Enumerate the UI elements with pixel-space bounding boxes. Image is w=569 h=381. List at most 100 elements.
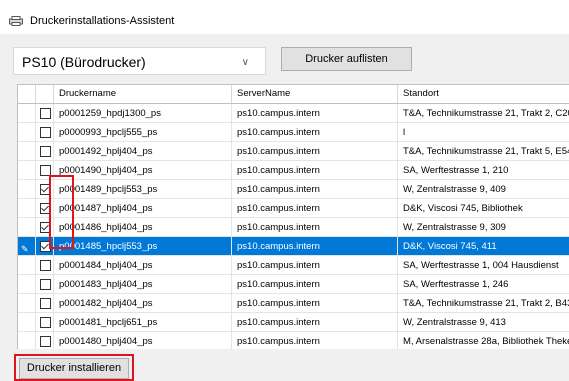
checkmark-icon (41, 241, 49, 250)
location-cell: SA, Werftestrasse 1, 246 (398, 275, 569, 294)
row-header[interactable] (18, 180, 36, 199)
checkbox-column-header[interactable] (36, 85, 54, 103)
row-checkbox[interactable] (40, 241, 51, 252)
row-checkbox[interactable] (40, 108, 51, 119)
table-row[interactable]: p0001492_hplj404_ps ps10.campus.intern T&A… (18, 142, 569, 161)
location-cell: W, Zentralstrasse 9, 309 (398, 218, 569, 237)
printer-server-select-value: PS10 (Bürodrucker) (22, 54, 146, 70)
row-header[interactable]: ✎ (18, 237, 36, 256)
server-name-cell: ps10.campus.intern (232, 180, 398, 199)
row-checkbox-cell (36, 294, 54, 313)
server-name-cell: ps10.campus.intern (232, 218, 398, 237)
edit-pencil-icon: ✎ (21, 244, 29, 254)
printer-server-select[interactable]: PS10 (Bürodrucker) ∨ (13, 47, 266, 75)
row-checkbox[interactable] (40, 184, 51, 195)
printer-name-cell: p0001490_hplj404_ps (54, 161, 232, 180)
printer-name-cell: p0001480_hplj404_ps (54, 332, 232, 349)
printer-name-cell: p0001492_hplj404_ps (54, 142, 232, 161)
row-checkbox-cell (36, 237, 54, 256)
row-checkbox[interactable] (40, 336, 51, 347)
printer-grid[interactable]: Druckername ServerName Standort p0001259… (17, 84, 569, 349)
row-header[interactable] (18, 218, 36, 237)
row-checkbox[interactable] (40, 203, 51, 214)
table-row[interactable]: p0001480_hplj404_ps ps10.campus.intern M, … (18, 332, 569, 349)
server-name-cell: ps10.campus.intern (232, 237, 398, 256)
row-checkbox-cell (36, 313, 54, 332)
checkmark-icon (41, 203, 49, 212)
printer-name-cell: p0001489_hpclj553_ps (54, 180, 232, 199)
table-row[interactable]: p0001487_hplj404_ps ps10.campus.intern D&K… (18, 199, 569, 218)
row-header[interactable] (18, 256, 36, 275)
table-row[interactable]: p0001482_hplj404_ps ps10.campus.intern T&A… (18, 294, 569, 313)
list-printers-button[interactable]: Drucker auflisten (281, 47, 412, 71)
location-cell: T&A, Technikumstrasse 21, Trakt 5, E543 (398, 142, 569, 161)
row-checkbox[interactable] (40, 260, 51, 271)
column-header-printer-name[interactable]: Druckername (54, 85, 232, 103)
table-row-selected[interactable]: ✎ p0001485_hpclj553_ps ps10.campus.intern D… (18, 237, 569, 256)
server-name-cell: ps10.campus.intern (232, 332, 398, 349)
location-cell: l (398, 123, 569, 142)
location-cell: D&K, Viscosi 745, Bibliothek (398, 199, 569, 218)
row-header[interactable] (18, 161, 36, 180)
window-title: Druckerinstallations-Assistent (30, 15, 175, 27)
printer-name-cell: p0001483_hplj404_ps (54, 275, 232, 294)
printer-name-cell: p0001486_hplj404_ps (54, 218, 232, 237)
printer-name-cell: p0001484_hplj404_ps (54, 256, 232, 275)
location-cell: T&A, Technikumstrasse 21, Trakt 2, B437 (398, 294, 569, 313)
row-header[interactable] (18, 199, 36, 218)
row-checkbox-cell (36, 180, 54, 199)
table-row[interactable]: p0001481_hpclj651_ps ps10.campus.intern W,… (18, 313, 569, 332)
server-name-cell: ps10.campus.intern (232, 123, 398, 142)
row-header[interactable] (18, 104, 36, 123)
column-header-server-name[interactable]: ServerName (232, 85, 398, 103)
row-checkbox-cell (36, 161, 54, 180)
row-checkbox[interactable] (40, 165, 51, 176)
row-header-corner (18, 85, 36, 103)
table-row[interactable]: p0001490_hplj404_ps ps10.campus.intern SA,… (18, 161, 569, 180)
grid-header: Druckername ServerName Standort (18, 85, 569, 104)
title-bar: Druckerinstallations-Assistent (0, 0, 569, 34)
row-checkbox[interactable] (40, 279, 51, 290)
row-header[interactable] (18, 275, 36, 294)
location-cell: SA, Werftestrasse 1, 210 (398, 161, 569, 180)
location-cell: M, Arsenalstrasse 28a, Bibliothek Theke (398, 332, 569, 349)
table-row[interactable]: p0001484_hplj404_ps ps10.campus.intern SA,… (18, 256, 569, 275)
table-row[interactable]: p0001259_hpdj1300_ps ps10.campus.intern T&… (18, 104, 569, 123)
row-header[interactable] (18, 332, 36, 349)
table-row[interactable]: p0001486_hplj404_ps ps10.campus.intern W, … (18, 218, 569, 237)
server-name-cell: ps10.campus.intern (232, 161, 398, 180)
location-cell: D&K, Viscosi 745, 411 (398, 237, 569, 256)
column-header-location[interactable]: Standort (398, 85, 569, 103)
checkmark-icon (41, 184, 49, 193)
row-checkbox-cell (36, 332, 54, 349)
row-checkbox-cell (36, 218, 54, 237)
table-row[interactable]: p0001483_hplj404_ps ps10.campus.intern SA,… (18, 275, 569, 294)
row-checkbox[interactable] (40, 222, 51, 233)
row-checkbox-cell (36, 256, 54, 275)
printer-name-cell: p0000993_hpclj555_ps (54, 123, 232, 142)
chevron-down-icon[interactable]: ∨ (242, 57, 249, 68)
location-cell: W, Zentralstrasse 9, 413 (398, 313, 569, 332)
server-name-cell: ps10.campus.intern (232, 142, 398, 161)
printer-icon (9, 16, 23, 26)
install-printers-button[interactable]: Drucker installieren (19, 358, 129, 379)
printer-name-cell: p0001482_hplj404_ps (54, 294, 232, 313)
row-header[interactable] (18, 142, 36, 161)
server-name-cell: ps10.campus.intern (232, 199, 398, 218)
row-checkbox[interactable] (40, 317, 51, 328)
row-checkbox[interactable] (40, 298, 51, 309)
printer-name-cell: p0001481_hpclj651_ps (54, 313, 232, 332)
table-row[interactable]: p0001489_hpclj553_ps ps10.campus.intern W,… (18, 180, 569, 199)
row-header[interactable] (18, 123, 36, 142)
row-checkbox[interactable] (40, 127, 51, 138)
row-checkbox-cell (36, 104, 54, 123)
row-header[interactable] (18, 294, 36, 313)
server-name-cell: ps10.campus.intern (232, 313, 398, 332)
printer-name-cell: p0001487_hplj404_ps (54, 199, 232, 218)
row-checkbox-cell (36, 199, 54, 218)
location-cell: T&A, Technikumstrasse 21, Trakt 2, C204 (398, 104, 569, 123)
row-header[interactable] (18, 313, 36, 332)
table-row[interactable]: p0000993_hpclj555_ps ps10.campus.intern l (18, 123, 569, 142)
row-checkbox[interactable] (40, 146, 51, 157)
printer-name-cell: p0001259_hpdj1300_ps (54, 104, 232, 123)
